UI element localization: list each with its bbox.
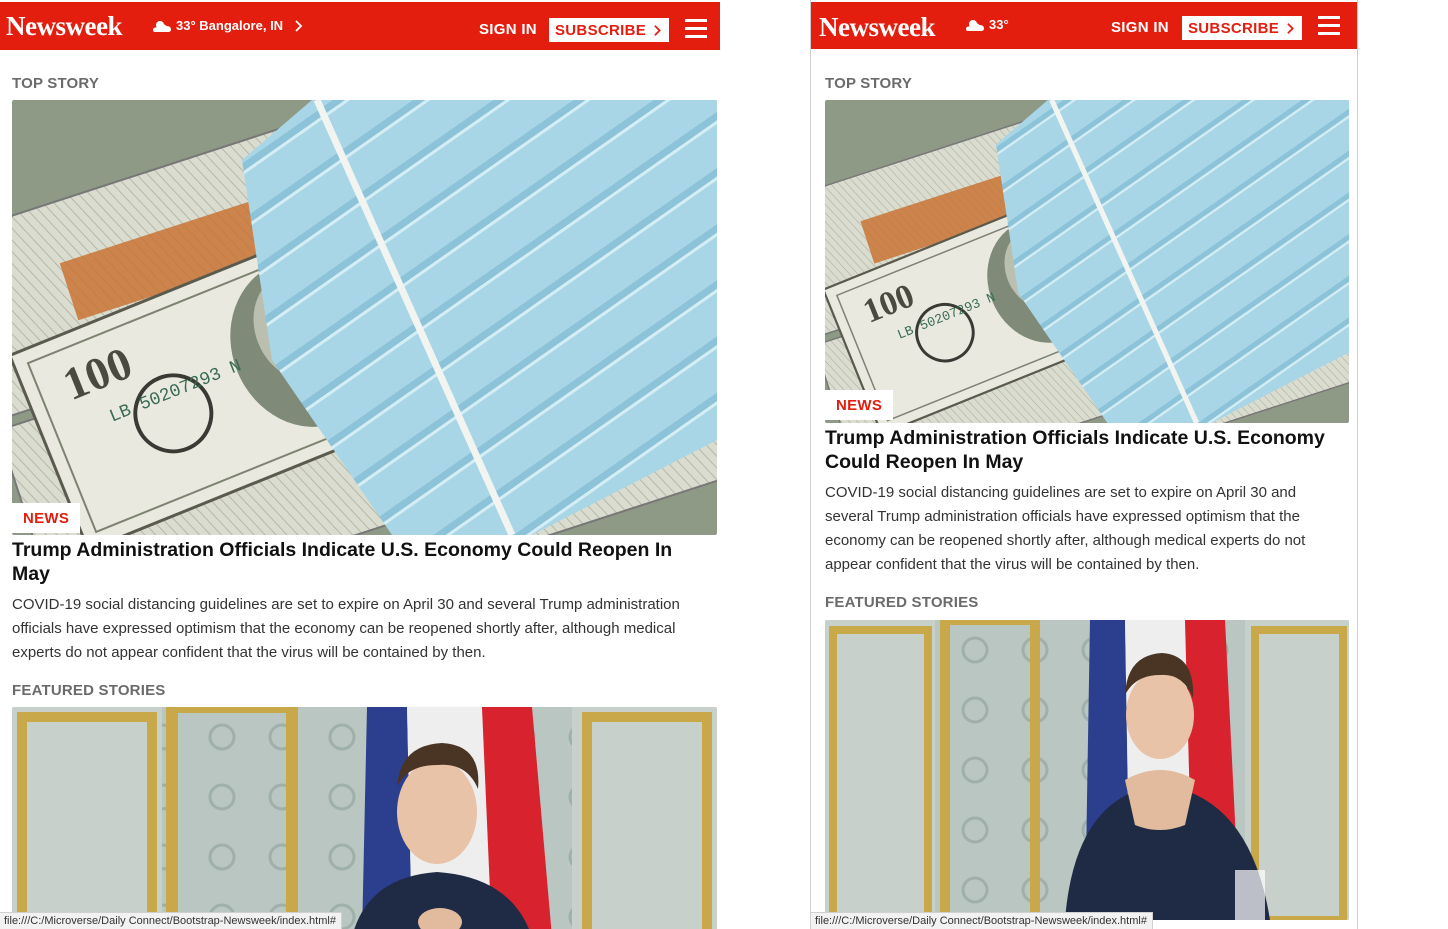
chevron-right-icon	[1287, 22, 1294, 34]
partly-cloudy-icon	[153, 20, 171, 32]
weather-widget[interactable]: 33°	[965, 17, 1009, 32]
top-story-image[interactable]: 100 LB 50207293 N 100 NEWS	[825, 100, 1349, 423]
weather-text: 33°	[989, 17, 1009, 32]
top-story-summary: COVID-19 social distancing guidelines ar…	[12, 596, 680, 661]
macron-photo	[12, 707, 717, 929]
subscribe-label: SUBSCRIBE	[555, 21, 647, 39]
chevron-right-icon	[654, 24, 661, 36]
money-and-mask-photo: 100 LB 50207293 N 100	[12, 100, 717, 535]
chevron-right-icon	[295, 19, 303, 32]
top-story-label: TOP STORY	[825, 75, 913, 92]
newsweek-logo[interactable]: Newsweek	[6, 11, 122, 41]
sign-in-link[interactable]: SIGN IN	[479, 21, 537, 38]
site-header: Newsweek 33° Bangalore, IN SIGN IN SUBSC…	[0, 2, 720, 50]
partly-cloudy-icon	[966, 19, 984, 31]
featured-stories-label: FEATURED STORIES	[12, 682, 166, 699]
weather-text: 33° Bangalore, IN	[176, 18, 284, 33]
subscribe-button[interactable]: SUBSCRIBE	[1182, 16, 1302, 40]
macron-photo	[825, 620, 1349, 920]
newsweek-logo[interactable]: Newsweek	[819, 12, 935, 42]
news-badge[interactable]: NEWS	[825, 390, 894, 420]
money-and-mask-photo: 100 LB 50207293 N 100	[825, 100, 1349, 423]
right-viewport: Newsweek 33° SIGN IN SUBSCRIBE TOP STORY	[810, 0, 1358, 929]
site-header: Newsweek 33° SIGN IN SUBSCRIBE	[811, 2, 1357, 49]
subscribe-button[interactable]: SUBSCRIBE	[549, 18, 669, 42]
featured-story-image[interactable]	[825, 620, 1349, 920]
hamburger-menu-icon[interactable]	[1318, 16, 1340, 36]
left-viewport: Newsweek 33° Bangalore, IN SIGN IN SUBSC…	[0, 0, 720, 929]
sign-in-link[interactable]: SIGN IN	[1111, 19, 1169, 36]
status-bar-url: file:///C:/Microverse/Daily Connect/Boot…	[0, 912, 342, 929]
status-bar-url: file:///C:/Microverse/Daily Connect/Boot…	[811, 912, 1153, 929]
top-story-image[interactable]: 100 LB 50207293 N 100 NEWS	[12, 100, 717, 535]
top-story-headline[interactable]: Trump Administration Officials Indicate …	[12, 538, 712, 586]
weather-widget[interactable]: 33° Bangalore, IN	[152, 18, 303, 33]
featured-stories-label: FEATURED STORIES	[825, 594, 979, 611]
subscribe-label: SUBSCRIBE	[1188, 19, 1280, 37]
top-story-headline[interactable]: Trump Administration Officials Indicate …	[825, 426, 1345, 474]
featured-story-image[interactable]	[12, 707, 717, 929]
top-story-label: TOP STORY	[12, 75, 100, 92]
top-story-summary: COVID-19 social distancing guidelines ar…	[825, 484, 1306, 573]
news-badge[interactable]: NEWS	[12, 503, 81, 533]
hamburger-menu-icon[interactable]	[685, 19, 707, 39]
